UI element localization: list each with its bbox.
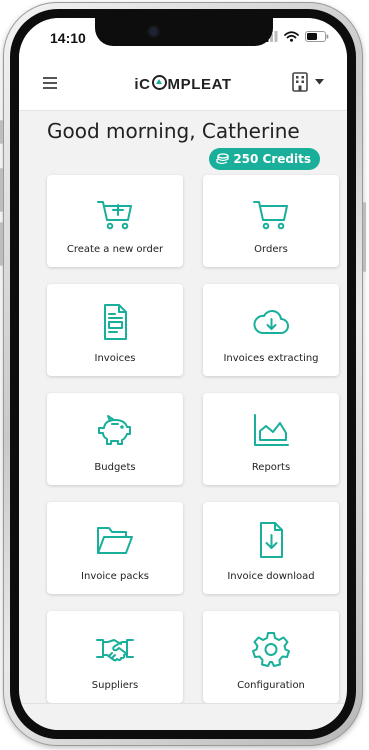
- tile-invoices[interactable]: Invoices: [47, 284, 183, 376]
- tile-label: Invoices extracting: [223, 353, 319, 364]
- credits-label: 250 Credits: [233, 152, 311, 166]
- chevron-down-icon: [315, 79, 324, 85]
- tile-budgets[interactable]: Budgets: [47, 393, 183, 485]
- phone-frame: 14:10 iC MPLEAT Good morning, Catherine …: [0, 2, 366, 746]
- status-time: 14:10: [50, 30, 86, 46]
- cloud-download-icon: [251, 302, 291, 342]
- cart-plus-icon: [95, 193, 135, 233]
- area-chart-icon: [251, 411, 291, 451]
- tile-label: Invoices: [94, 353, 136, 364]
- camera-icon: [149, 27, 158, 36]
- logo-text-right: MPLEAT: [167, 76, 232, 93]
- app-header: iC MPLEAT: [19, 58, 347, 111]
- file-download-icon: [251, 520, 291, 560]
- wifi-icon: [284, 31, 299, 42]
- bottom-bar: [19, 703, 347, 730]
- side-button-left: [0, 120, 3, 144]
- tile-label: Invoice download: [227, 571, 315, 582]
- building-icon: [292, 72, 308, 92]
- phone-notch: [95, 18, 273, 46]
- tile-orders[interactable]: Orders: [203, 175, 339, 267]
- tile-label: Create a new order: [66, 244, 164, 255]
- company-selector-button[interactable]: [292, 72, 324, 92]
- logo-text-left: iC: [134, 76, 151, 93]
- piggy-bank-icon: [95, 411, 135, 451]
- tile-label: Suppliers: [91, 680, 139, 691]
- tile-suppliers[interactable]: Suppliers: [47, 611, 183, 703]
- tile-label: Budgets: [94, 462, 136, 473]
- handshake-icon: [95, 629, 135, 669]
- side-button-left: [0, 222, 3, 266]
- tile-invoice-download[interactable]: Invoice download: [203, 502, 339, 594]
- greeting-title: Good morning, Catherine: [47, 119, 300, 143]
- open-folder-icon: [95, 520, 135, 560]
- tile-invoices-extracting[interactable]: Invoices extracting: [203, 284, 339, 376]
- tile-label: Configuration: [237, 680, 305, 691]
- side-button-right: [363, 202, 366, 272]
- dashboard-grid: Create a new order Orders Invoices Invoi…: [47, 175, 339, 703]
- credits-badge[interactable]: 250 Credits: [209, 148, 320, 170]
- battery-icon: [305, 31, 329, 42]
- coins-icon: [216, 153, 229, 165]
- logo-o-icon: [151, 75, 167, 90]
- tile-invoice-packs[interactable]: Invoice packs: [47, 502, 183, 594]
- side-button-left: [0, 168, 3, 212]
- phone-bezel: 14:10 iC MPLEAT Good morning, Catherine …: [10, 9, 356, 739]
- invoice-document-icon: [95, 302, 135, 342]
- gear-icon: [251, 629, 291, 669]
- tile-reports[interactable]: Reports: [203, 393, 339, 485]
- tile-configuration[interactable]: Configuration: [203, 611, 339, 703]
- tile-label: Orders: [254, 244, 288, 255]
- cart-icon: [251, 193, 291, 233]
- tile-label: Invoice packs: [81, 571, 149, 582]
- app-screen: 14:10 iC MPLEAT Good morning, Catherine …: [19, 18, 347, 730]
- tile-create-new-order[interactable]: Create a new order: [47, 175, 183, 267]
- tile-label: Reports: [251, 462, 291, 473]
